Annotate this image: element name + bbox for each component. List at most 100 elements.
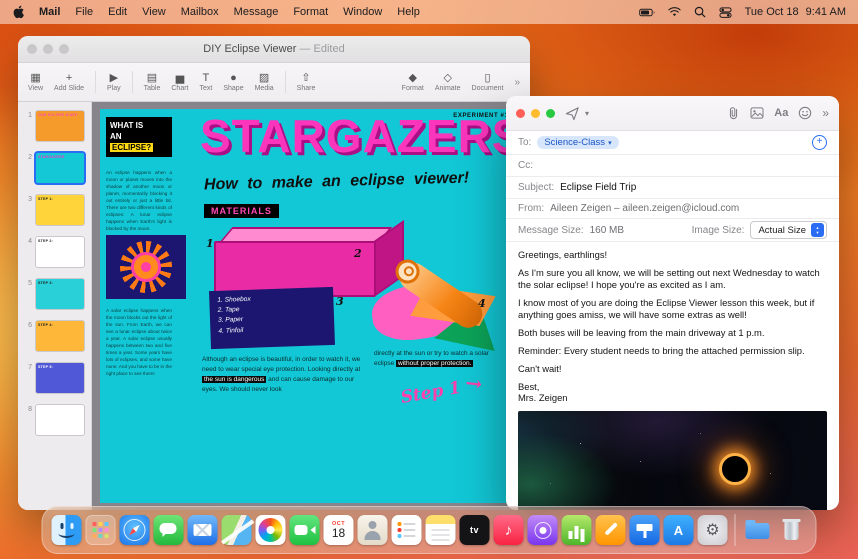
from-value: Aileen Zeigen – aileen.zeigen@icloud.com: [550, 203, 740, 214]
document-button[interactable]: ▯ Document: [472, 72, 504, 92]
materials-label: MATERIALS: [204, 204, 279, 218]
document-icon: ▯: [484, 72, 491, 84]
mail-window-controls[interactable]: [516, 108, 555, 118]
media-button[interactable]: ▨ Media: [255, 72, 274, 92]
menu-item-window[interactable]: Window: [343, 6, 382, 18]
menu-item-mail[interactable]: Mail: [39, 6, 60, 18]
image-size-label: Image Size:: [691, 224, 745, 236]
photo-browser-icon[interactable]: [750, 107, 764, 119]
toolbar-divider: [95, 71, 97, 93]
dock-icon-podcasts[interactable]: [527, 515, 558, 545]
format-button[interactable]: ◆ Format: [402, 72, 424, 92]
dock-icon-app-store[interactable]: A: [663, 515, 694, 545]
mail-toolbar: ▾ Aa »: [506, 96, 839, 131]
toolbar-overflow-icon[interactable]: »: [514, 77, 520, 88]
close-button[interactable]: [516, 108, 525, 118]
dock-icon-keynote[interactable]: [629, 515, 660, 545]
view-button[interactable]: ▦ View: [28, 72, 43, 92]
menu-item-view[interactable]: View: [142, 6, 166, 18]
message-size-label: Message Size:: [518, 224, 584, 236]
send-options-chevron-icon[interactable]: ▾: [585, 109, 589, 118]
dock-icon-maps[interactable]: [221, 515, 252, 545]
dock-icon-trash[interactable]: [777, 515, 807, 545]
slide-thumbnail-4[interactable]: STEP 2:: [36, 237, 84, 267]
menu-clock[interactable]: Tue Oct 18 9:41 AM: [745, 6, 846, 18]
share-button[interactable]: ⇧ Share: [297, 72, 316, 92]
wifi-icon[interactable]: [667, 7, 681, 17]
format-button[interactable]: Aa: [774, 107, 788, 119]
chart-button[interactable]: ▅ Chart: [171, 72, 188, 92]
text-button[interactable]: T Text: [200, 72, 213, 92]
slide-thumbnail-7[interactable]: STEP 5:: [36, 363, 84, 393]
dock-icon-mail[interactable]: [187, 515, 218, 545]
recipient-token[interactable]: Science-Class ▾: [537, 136, 619, 149]
eclipse-corona: [718, 452, 751, 485]
sun-illustration: [106, 235, 186, 299]
add-contact-button[interactable]: +: [812, 135, 827, 150]
image-size-dropdown[interactable]: Actual Size ▴ ▾: [750, 221, 827, 239]
keynote-window-controls[interactable]: [27, 44, 69, 54]
dock-icon-notes[interactable]: [425, 515, 456, 545]
battery-icon[interactable]: [638, 8, 655, 17]
dock-icon-downloads-folder[interactable]: [743, 515, 773, 545]
slide-thumbnail-row: 2 STARGAZERS: [18, 153, 91, 183]
zoom-button[interactable]: [59, 44, 69, 54]
menu-item-format[interactable]: Format: [293, 6, 328, 18]
slide-thumbnail-3[interactable]: STEP 1:: [36, 195, 84, 225]
dock-icon-pages[interactable]: [595, 515, 626, 545]
dock-icon-calendar[interactable]: OCT 18: [323, 515, 354, 545]
dock-icon-music[interactable]: ♪: [493, 515, 524, 545]
attach-paperclip-icon[interactable]: [727, 106, 740, 120]
slide-thumbnail-5[interactable]: STEP 3:: [36, 279, 84, 309]
toolbar-overflow-icon[interactable]: »: [822, 106, 829, 120]
slide-thumbnail-6[interactable]: STEP 4:: [36, 321, 84, 351]
cc-field[interactable]: Cc:: [506, 155, 839, 177]
slide-thumbnail-8[interactable]: [36, 405, 84, 435]
slide-thumbnail-1[interactable]: OUR ECLIPSE DIARY: [36, 111, 84, 141]
dock-icon-reminders[interactable]: [391, 515, 422, 545]
slide-canvas: EXPERIMENT #11 WHAT IS AN ECLIPSE? An ec…: [92, 102, 530, 510]
keynote-titlebar: DIY Eclipse Viewer — Edited: [18, 36, 530, 63]
slide-navigator: 1 OUR ECLIPSE DIARY 2 STARGAZERS 3 STEP 1: …: [18, 102, 92, 510]
menu-item-file[interactable]: File: [75, 6, 93, 18]
dock-icon-contacts[interactable]: [357, 515, 388, 545]
dock-icon-launchpad[interactable]: [85, 515, 116, 545]
control-center-icon[interactable]: [719, 6, 732, 19]
spotlight-search-icon[interactable]: [694, 6, 706, 18]
zoom-button[interactable]: [546, 108, 555, 118]
whatis-box: WHAT IS AN ECLIPSE?: [106, 117, 172, 158]
dock-icon-safari[interactable]: [119, 515, 150, 545]
from-field[interactable]: From: Aileen Zeigen – aileen.zeigen@iclo…: [506, 199, 839, 219]
menu-item-mailbox[interactable]: Mailbox: [181, 6, 219, 18]
dock-icon-finder[interactable]: [51, 515, 82, 545]
subject-field[interactable]: Subject: Eclipse Field Trip: [506, 177, 839, 199]
minimize-button[interactable]: [531, 108, 540, 118]
dock-icon-settings[interactable]: ⚙: [697, 515, 728, 545]
dock-icon-messages[interactable]: [153, 515, 184, 545]
message-body[interactable]: Greetings, earthlings! As I'm sure you a…: [506, 242, 839, 510]
emoji-icon[interactable]: [798, 106, 812, 120]
animate-button[interactable]: ◇ Animate: [435, 72, 461, 92]
play-button[interactable]: ▶ Play: [107, 72, 121, 92]
menu-item-message[interactable]: Message: [234, 6, 279, 18]
body-paragraph: Can't wait!: [518, 362, 562, 374]
dock-icon-numbers[interactable]: [561, 515, 592, 545]
add-slide-button[interactable]: + Add Slide: [54, 72, 84, 92]
dock-icon-tv[interactable]: tv: [459, 515, 490, 545]
table-button[interactable]: ▤ Table: [144, 72, 161, 92]
menu-item-edit[interactable]: Edit: [108, 6, 127, 18]
shape-button[interactable]: ● Shape: [223, 72, 243, 92]
dock-icon-photos[interactable]: [255, 515, 286, 545]
materials-illustration: 1. Shoebox 2. Tape 3. Paper 4. Tinfoil 1…: [202, 219, 514, 351]
menu-item-help[interactable]: Help: [397, 6, 420, 18]
slide-thumbnail-2[interactable]: STARGAZERS: [36, 153, 84, 183]
close-button[interactable]: [27, 44, 37, 54]
send-icon[interactable]: [565, 106, 580, 121]
minimize-button[interactable]: [43, 44, 53, 54]
apple-menu[interactable]: [12, 5, 24, 19]
dock-divider: [734, 514, 736, 546]
to-field[interactable]: To: Science-Class ▾ +: [506, 131, 839, 155]
dock-icon-facetime[interactable]: [289, 515, 320, 545]
eclipse-photo-attachment[interactable]: [518, 411, 827, 510]
arrow-icon: →: [463, 370, 484, 397]
